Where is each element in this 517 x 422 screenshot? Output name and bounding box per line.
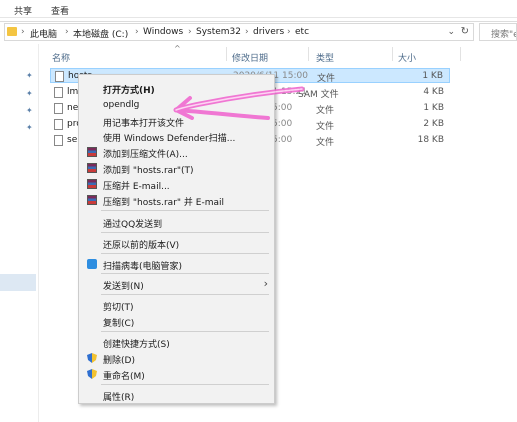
annotation-arrow [173, 86, 305, 120]
